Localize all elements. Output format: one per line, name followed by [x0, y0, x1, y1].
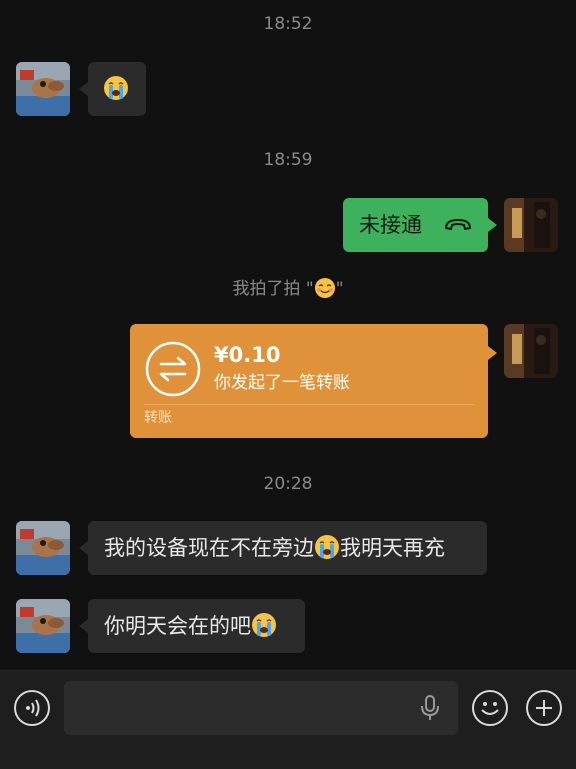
- message-bubble[interactable]: 我的设备现在不在旁边 我明天再充: [79, 521, 487, 575]
- timestamp: 20:28: [263, 474, 313, 494]
- message-bubble[interactable]: 你明天会在的吧: [79, 599, 305, 653]
- transfer-arrows-icon: [145, 341, 201, 397]
- timestamp: 18:59: [263, 150, 313, 170]
- transfer-divider: [144, 404, 474, 405]
- more-actions-button[interactable]: [526, 690, 562, 726]
- transfer-card[interactable]: ¥0.10 你发起了一笔转账 转账: [130, 324, 497, 438]
- transfer-amount: ¥0.10: [214, 343, 281, 367]
- voice-icon: [26, 699, 40, 717]
- smiling-face-icon: [314, 278, 335, 298]
- contact-avatar[interactable]: [16, 521, 70, 575]
- poke-system-message: 我拍了拍 " ": [232, 278, 344, 299]
- transfer-footer-label: 转账: [144, 410, 172, 426]
- contact-avatar[interactable]: [16, 599, 70, 653]
- message-input[interactable]: [64, 681, 458, 735]
- emoji-icon: [481, 702, 499, 715]
- message-text: 你明天会在的吧: [104, 614, 251, 638]
- chat-input-bar: [0, 670, 576, 769]
- voice-toggle-button[interactable]: [14, 690, 50, 726]
- mic-icon[interactable]: [420, 694, 440, 722]
- message-text: 我的设备现在不在旁边: [104, 536, 314, 560]
- my-avatar[interactable]: [504, 198, 558, 252]
- transfer-description: 你发起了一笔转账: [214, 373, 350, 393]
- phone-hangup-icon: [445, 219, 471, 230]
- my-avatar[interactable]: [504, 324, 558, 378]
- crying-face-icon: [252, 613, 276, 637]
- timestamp: 18:52: [263, 14, 313, 34]
- emoji-button[interactable]: [472, 690, 508, 726]
- message-bubble[interactable]: [79, 62, 146, 116]
- plus-icon: [536, 700, 552, 716]
- message-text: 我明天再充: [340, 536, 445, 560]
- call-status-bubble[interactable]: 未接通: [343, 198, 497, 252]
- contact-avatar[interactable]: [16, 62, 70, 116]
- crying-face-icon: [104, 76, 128, 100]
- crying-face-icon: [315, 535, 339, 559]
- call-status-label: 未接通: [359, 213, 422, 237]
